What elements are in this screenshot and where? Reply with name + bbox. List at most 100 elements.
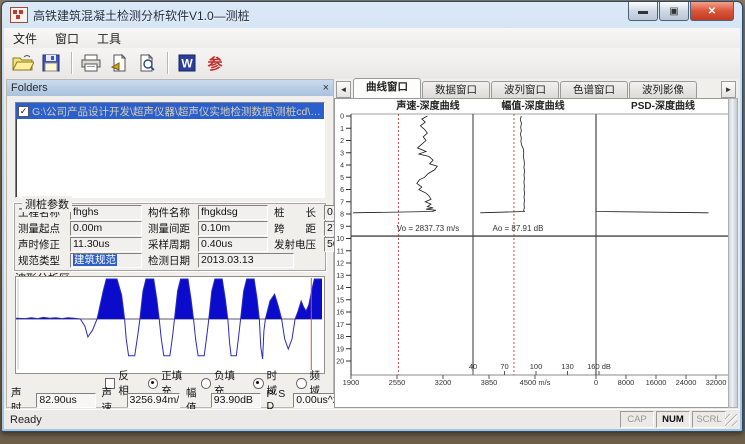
parameters-button[interactable]: 参 (202, 50, 228, 76)
x-tick-label: 130 (561, 362, 574, 371)
depth-tick-label: 9 (340, 224, 344, 231)
curve-velocity (353, 116, 437, 213)
folders-panel: Folders × ✓ G:\公司产品设计开发\超声仪器\超声仪实地检测数据\测… (6, 79, 334, 408)
x-tick-label: 100 (530, 362, 543, 371)
panel-close-icon[interactable]: × (323, 82, 329, 94)
x-tick-label: 160 dB (587, 362, 611, 371)
depth-tick-label: 13 (336, 273, 344, 280)
time-correction-field[interactable]: 11.30us (70, 237, 142, 252)
vertical-scrollbar[interactable] (728, 98, 738, 408)
annotation-amplitude: Ao = 87.91 dB (493, 224, 544, 233)
depth-tick-label: 2 (340, 138, 344, 145)
depth-tick-label: 12 (336, 261, 344, 268)
close-button[interactable]: ✕ (690, 2, 734, 21)
depth-tick-label: 0 (340, 114, 344, 121)
spec-type-field[interactable]: 建筑规范 (73, 254, 117, 266)
print-button[interactable] (78, 50, 104, 76)
folders-panel-header[interactable]: Folders × (7, 80, 333, 96)
tab-spectrum-window[interactable]: 色谱窗口 (560, 81, 628, 98)
file-list[interactable]: ✓ G:\公司产品设计开发\超声仪器\超声仪实地检测数据\测桩cd\cd03\c… (15, 102, 325, 198)
minimize-button[interactable]: ▬ (628, 2, 658, 21)
save-icon (42, 54, 60, 72)
toolbar: W 参 (4, 48, 740, 79)
x-tick-label: 4500 m/s (520, 378, 551, 387)
status-text: Ready (10, 414, 42, 426)
tab-wave-image[interactable]: 波列影像 (629, 81, 697, 98)
depth-tick-label: 8 (340, 212, 344, 219)
project-name-field[interactable]: fhghs (70, 205, 142, 220)
resize-grip[interactable] (725, 414, 737, 426)
annotation-velocity: Vo = 2837.73 m/s (397, 224, 460, 233)
x-tick-label: 3850 (481, 378, 498, 387)
menu-file[interactable]: 文件 (4, 28, 46, 49)
chart-title-psd: PSD-深度曲线 (631, 99, 695, 112)
print-preview-button[interactable] (134, 50, 160, 76)
param-label: 测量起点 (18, 221, 70, 236)
x-tick-label: 1900 (343, 378, 360, 387)
spacing-field[interactable]: 0.10m (198, 221, 268, 236)
num-indicator: NUM (656, 411, 690, 428)
export-button[interactable] (106, 50, 132, 76)
param-label: 采样周期 (148, 237, 198, 252)
param-label: 检测日期 (148, 253, 198, 268)
tab-scroll-left-icon[interactable]: ◄ (336, 81, 351, 98)
depth-tick-label: 17 (336, 322, 344, 329)
list-item[interactable]: ✓ G:\公司产品设计开发\超声仪器\超声仪实地检测数据\测桩cd\cd03\c… (16, 103, 324, 119)
word-report-button[interactable]: W (174, 50, 200, 76)
x-tick-label: 16000 (646, 378, 667, 387)
charts-canvas: 01234567891011121314151617181920声速-深度曲线1… (335, 99, 735, 407)
app-window: 高铁建筑混凝土检测分析软件V1.0—测桩 ▬ ▣ ✕ 文件 窗口 工具 (1, 1, 743, 432)
start-depth-field[interactable]: 0.00m (70, 221, 142, 236)
x-tick-label: 24000 (676, 378, 697, 387)
param-label: 声时修正 (18, 237, 70, 252)
status-bar: Ready CAP NUM SCRL (4, 409, 740, 429)
depth-tick-label: 15 (336, 297, 344, 304)
depth-tick-label: 7 (340, 199, 344, 206)
depth-tick-label: 4 (340, 163, 344, 170)
toolbar-separator (71, 52, 73, 74)
param-label: 构件名称 (148, 205, 198, 220)
save-button[interactable] (38, 50, 64, 76)
velocity-field[interactable]: 3256.94m/s (127, 393, 180, 408)
tab-wave-window[interactable]: 波列窗口 (491, 81, 559, 98)
menu-tools[interactable]: 工具 (88, 28, 130, 49)
file-path: G:\公司产品设计开发\超声仪器\超声仪实地检测数据\测桩cd\cd03\cd0… (32, 104, 324, 119)
waveform-box[interactable] (15, 276, 325, 374)
params-glyph-icon: 参 (207, 53, 222, 74)
component-name-field[interactable]: fhgkdsg (198, 205, 268, 220)
sample-period-field[interactable]: 0.40us (198, 237, 268, 252)
open-button[interactable] (10, 50, 36, 76)
tab-strip: ◄ 曲线窗口 数据窗口 波列窗口 色谱窗口 波列影像 ► (334, 79, 738, 98)
x-tick-label: 3200 (435, 378, 452, 387)
sonic-time-field[interactable]: 82.90us (36, 393, 95, 408)
curve-page: 01234567891011121314151617181920声速-深度曲线1… (334, 98, 730, 408)
scroll-indicator: SCRL (692, 411, 726, 428)
param-label: 规范类型 (18, 253, 70, 268)
pile-params-title: 测桩参数 (22, 196, 72, 212)
radio-off-icon[interactable] (296, 378, 306, 389)
tab-scroll-right-icon[interactable]: ► (721, 81, 736, 98)
depth-tick-label: 11 (337, 248, 344, 255)
test-date-field[interactable]: 2013.03.13 (198, 253, 294, 268)
main-area: Folders × ✓ G:\公司产品设计开发\超声仪器\超声仪实地检测数据\测… (4, 78, 740, 409)
amplitude-field[interactable]: 93.90dB (211, 393, 261, 408)
desktop: 高铁建筑混凝土检测分析软件V1.0—测桩 ▬ ▣ ✕ 文件 窗口 工具 (0, 0, 745, 444)
x-tick-label: 32000 (706, 378, 727, 387)
title-bar[interactable]: 高铁建筑混凝土检测分析软件V1.0—测桩 ▬ ▣ ✕ (2, 2, 742, 28)
param-label: 跨 距 (274, 221, 324, 236)
depth-tick-label: 10 (336, 236, 344, 243)
menu-window[interactable]: 窗口 (46, 28, 88, 49)
open-folder-icon (12, 54, 34, 72)
readout-row: 声 时 82.90us 声 速 3256.94m/s 幅 值 93.90dB P… (11, 392, 331, 408)
tab-curve-window[interactable]: 曲线窗口 (353, 78, 421, 98)
depth-tick-label: 6 (340, 187, 344, 194)
printer-icon (81, 54, 101, 72)
svg-text:W: W (181, 57, 193, 71)
chart-title-velocity: 声速-深度曲线 (395, 99, 459, 112)
maximize-button[interactable]: ▣ (659, 2, 689, 21)
tab-data-window[interactable]: 数据窗口 (422, 81, 490, 98)
app-icon (10, 7, 28, 23)
depth-tick-label: 3 (340, 150, 344, 157)
file-checkbox[interactable]: ✓ (18, 106, 29, 117)
curve-psd (596, 116, 709, 213)
